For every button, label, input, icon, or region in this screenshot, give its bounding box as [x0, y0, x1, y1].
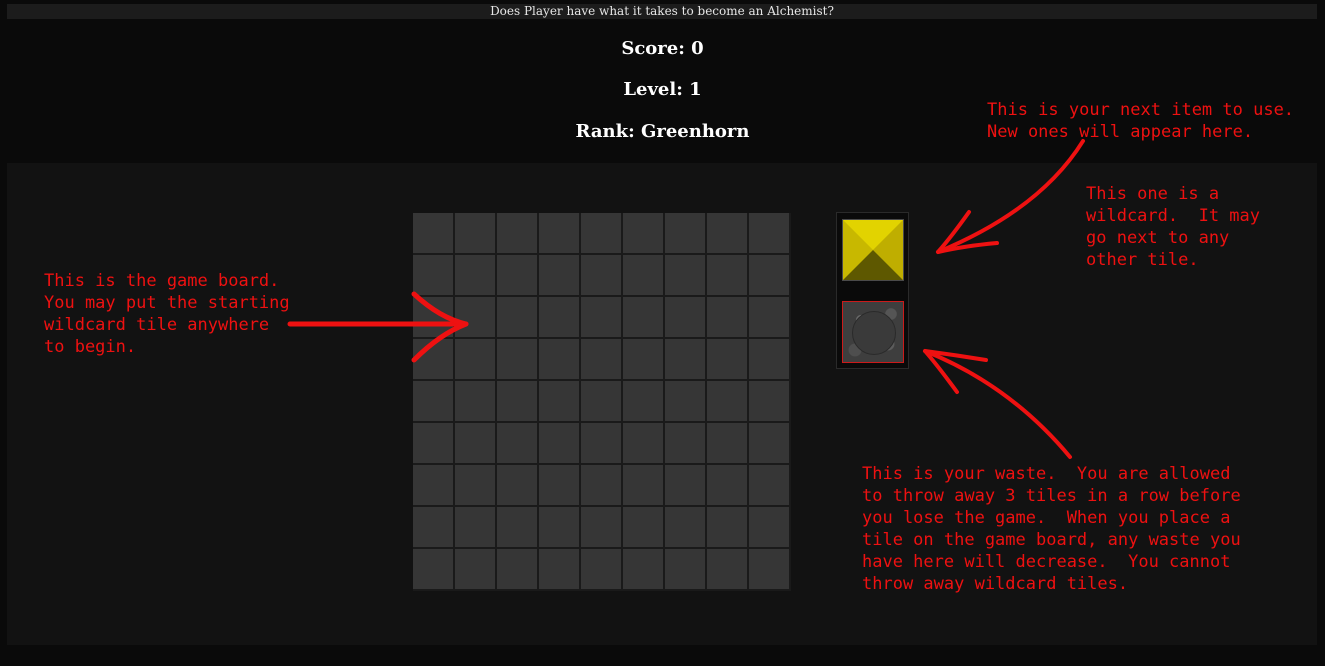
board-cell[interactable]	[665, 381, 705, 421]
score-label: Score: 0	[621, 38, 704, 59]
board-cell[interactable]	[497, 549, 537, 589]
board-cell[interactable]	[749, 381, 789, 421]
board-cell[interactable]	[497, 465, 537, 505]
board-cell[interactable]	[581, 465, 621, 505]
board-cell[interactable]	[581, 213, 621, 253]
board-cell[interactable]	[539, 507, 579, 547]
board-cell[interactable]	[455, 213, 495, 253]
board-cell[interactable]	[455, 549, 495, 589]
board-cell[interactable]	[581, 339, 621, 379]
waste-annotation: This is your waste. You are allowed to t…	[862, 464, 1241, 594]
board-cell[interactable]	[455, 507, 495, 547]
next-item-slot[interactable]	[842, 219, 904, 281]
board-cell[interactable]	[749, 339, 789, 379]
board-cell[interactable]	[539, 549, 579, 589]
board-cell[interactable]	[581, 381, 621, 421]
board-cell[interactable]	[581, 423, 621, 463]
board-cell[interactable]	[665, 549, 705, 589]
board-cell[interactable]	[707, 297, 747, 337]
board-cell[interactable]	[539, 255, 579, 295]
board-cell[interactable]	[623, 213, 663, 253]
board-cell[interactable]	[497, 339, 537, 379]
game-board[interactable]	[413, 213, 791, 591]
board-cell[interactable]	[455, 255, 495, 295]
board-cell[interactable]	[623, 549, 663, 589]
board-cell[interactable]	[413, 255, 453, 295]
board-cell[interactable]	[497, 297, 537, 337]
item-panel	[836, 212, 909, 369]
board-cell[interactable]	[707, 255, 747, 295]
board-cell[interactable]	[455, 465, 495, 505]
board-cell[interactable]	[665, 297, 705, 337]
board-cell[interactable]	[455, 423, 495, 463]
board-cell[interactable]	[749, 507, 789, 547]
board-cell[interactable]	[749, 255, 789, 295]
board-cell[interactable]	[665, 423, 705, 463]
board-cell[interactable]	[539, 423, 579, 463]
board-cell[interactable]	[665, 255, 705, 295]
board-cell[interactable]	[413, 297, 453, 337]
board-cell[interactable]	[497, 423, 537, 463]
board-cell[interactable]	[581, 507, 621, 547]
board-cell[interactable]	[623, 297, 663, 337]
board-cell[interactable]	[581, 297, 621, 337]
board-cell[interactable]	[413, 381, 453, 421]
next-item-annotation: This is your next item to use. New ones …	[987, 100, 1295, 142]
board-cell[interactable]	[497, 213, 537, 253]
board-cell[interactable]	[749, 465, 789, 505]
board-cell[interactable]	[749, 423, 789, 463]
board-cell[interactable]	[707, 339, 747, 379]
board-cell[interactable]	[623, 381, 663, 421]
board-cell[interactable]	[413, 549, 453, 589]
board-cell[interactable]	[497, 507, 537, 547]
board-cell[interactable]	[749, 213, 789, 253]
stone-waste-icon	[852, 311, 896, 355]
wildcard-annotation: This one is a wildcard. It may go next t…	[1086, 184, 1260, 270]
board-cell[interactable]	[665, 339, 705, 379]
waste-slot[interactable]	[842, 301, 904, 363]
board-cell[interactable]	[707, 213, 747, 253]
window-title: Does Player have what it takes to become…	[7, 4, 1317, 19]
board-cell[interactable]	[749, 297, 789, 337]
board-cell[interactable]	[497, 381, 537, 421]
yellow-pyramid-icon	[843, 220, 903, 280]
board-cell[interactable]	[623, 423, 663, 463]
board-cell[interactable]	[707, 423, 747, 463]
board-cell[interactable]	[497, 255, 537, 295]
board-cell[interactable]	[665, 507, 705, 547]
board-cell[interactable]	[707, 381, 747, 421]
board-cell[interactable]	[623, 255, 663, 295]
board-cell[interactable]	[707, 549, 747, 589]
board-cell[interactable]	[581, 255, 621, 295]
board-cell[interactable]	[581, 549, 621, 589]
board-cell[interactable]	[623, 339, 663, 379]
board-cell[interactable]	[623, 507, 663, 547]
level-label: Level: 1	[623, 79, 702, 100]
board-cell[interactable]	[413, 213, 453, 253]
board-cell[interactable]	[455, 297, 495, 337]
board-cell[interactable]	[413, 339, 453, 379]
board-cell[interactable]	[539, 213, 579, 253]
board-cell[interactable]	[413, 423, 453, 463]
board-cell[interactable]	[707, 465, 747, 505]
board-cell[interactable]	[539, 465, 579, 505]
board-cell[interactable]	[539, 381, 579, 421]
board-cell[interactable]	[749, 549, 789, 589]
board-cell[interactable]	[665, 465, 705, 505]
board-cell[interactable]	[623, 465, 663, 505]
board-cell[interactable]	[455, 381, 495, 421]
board-cell[interactable]	[539, 297, 579, 337]
board-cell[interactable]	[707, 507, 747, 547]
board-cell[interactable]	[539, 339, 579, 379]
board-cell[interactable]	[413, 465, 453, 505]
board-cell[interactable]	[665, 213, 705, 253]
board-cell[interactable]	[455, 339, 495, 379]
game-board-annotation: This is the game board. You may put the …	[44, 271, 290, 357]
board-cell[interactable]	[413, 507, 453, 547]
